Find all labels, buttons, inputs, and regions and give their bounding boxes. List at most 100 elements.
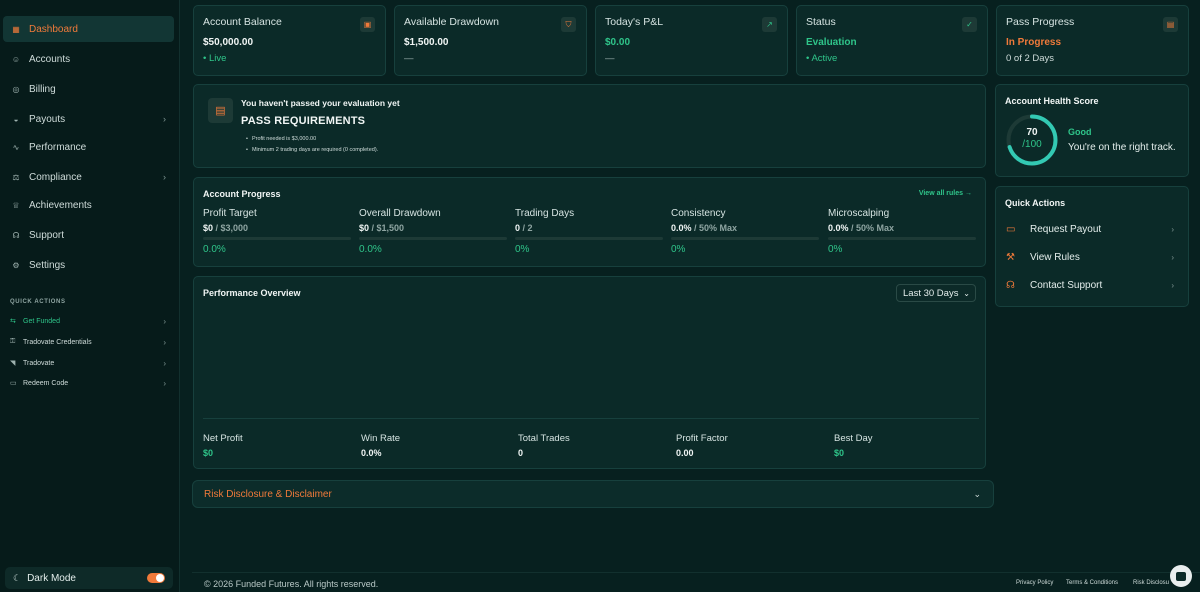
terms-link[interactable]: Terms & Conditions xyxy=(1066,580,1118,586)
quick-actions-card: Quick Actions ▭ Request Payout › ⚒ View R… xyxy=(995,186,1189,307)
quick-action-tradovate[interactable]: ◥ Tradovate › xyxy=(3,354,174,372)
metric-value: 0.0% xyxy=(361,448,382,458)
requirements-heading: PASS REQUIREMENTS xyxy=(241,115,366,127)
sidebar-item-settings[interactable]: ⚙ Settings xyxy=(3,252,174,278)
progress-label: Profit Target xyxy=(203,208,257,219)
status-card: Status ✓ Evaluation • Active xyxy=(796,5,988,76)
quick-action-contact-support[interactable]: ☊ Contact Support › xyxy=(1006,275,1174,295)
health-status: Good xyxy=(1068,127,1092,137)
metric-win-rate: Win Rate 0.0% xyxy=(361,433,511,458)
metric-best-day: Best Day $0 xyxy=(834,433,984,458)
sidebar-item-achievements[interactable]: ♕ Achievements xyxy=(3,192,174,218)
users-icon: ☺ xyxy=(11,54,21,64)
sidebar-item-billing[interactable]: ◎ Billing xyxy=(3,76,174,102)
chevron-right-icon: › xyxy=(163,316,166,326)
chat-support-button[interactable] xyxy=(1170,565,1192,587)
sidebar-item-label: Settings xyxy=(29,259,66,271)
progress-overall-drawdown: Overall Drawdown $0 / $1,500 0.0% xyxy=(359,208,507,255)
tradovate-icon: ◥ xyxy=(10,360,16,367)
headset-icon: ☊ xyxy=(1006,279,1015,291)
footer-divider xyxy=(192,572,1200,573)
sidebar-item-label: Dashboard xyxy=(29,23,78,35)
progress-value: $0 / $3,000 xyxy=(203,223,351,233)
progress-current: $0 xyxy=(203,223,214,233)
progress-current: 0.0% xyxy=(671,223,692,233)
account-health-card: Account Health Score 70 /100 Good You're… xyxy=(995,84,1189,177)
metric-total-trades: Total Trades 0 xyxy=(518,433,668,458)
sidebar-item-support[interactable]: ☊ Support xyxy=(3,222,174,248)
account-balance-card: Account Balance ▣ $50,000.00 • Live xyxy=(193,5,386,76)
moon-icon: ☾ xyxy=(13,572,22,583)
risk-disclosure-accordion[interactable]: Risk Disclosure & Disclaimer ⌄ xyxy=(192,480,994,508)
chevron-right-icon: › xyxy=(163,358,166,368)
briefcase-icon: ▤ xyxy=(1163,17,1178,32)
progress-bar xyxy=(359,237,507,240)
gavel-icon: ⚒ xyxy=(1006,251,1015,263)
view-all-rules-link[interactable]: View all rules → xyxy=(919,190,972,197)
stat-label: Today's P&L xyxy=(605,16,664,28)
chevron-right-icon: › xyxy=(1171,280,1174,290)
stat-label: Account Balance xyxy=(203,16,282,28)
progress-percent: 0.0% xyxy=(359,244,382,255)
shield-icon: ⛉ xyxy=(561,17,576,32)
progress-limit: / $3,000 xyxy=(213,223,249,233)
sidebar-item-compliance[interactable]: ⚖ Compliance › xyxy=(3,164,174,190)
quick-action-request-payout[interactable]: ▭ Request Payout › xyxy=(1006,219,1174,239)
stat-label: Pass Progress xyxy=(1006,16,1075,28)
dark-mode-switch[interactable] xyxy=(147,573,165,583)
briefcase-icon: ▤ xyxy=(208,98,233,123)
quick-action-redeem-code[interactable]: ▭ Redeem Code › xyxy=(3,374,174,392)
health-message: You're on the right track. xyxy=(1068,142,1176,153)
dark-mode-toggle-row[interactable]: ☾ Dark Mode xyxy=(5,567,173,589)
quick-action-tradovate-credentials[interactable]: ⚿ Tradovate Credentials › xyxy=(3,333,174,351)
sidebar-item-performance[interactable]: ∿ Performance xyxy=(3,134,174,160)
stat-value: $50,000.00 xyxy=(203,37,254,48)
progress-percent: 0% xyxy=(828,244,843,255)
sidebar-item-dashboard[interactable]: ▦ Dashboard xyxy=(3,16,174,42)
privacy-policy-link[interactable]: Privacy Policy xyxy=(1016,580,1053,586)
stat-value: $1,500.00 xyxy=(404,37,449,48)
progress-bar xyxy=(515,237,663,240)
progress-current: 0.0% xyxy=(828,223,849,233)
todays-pnl-card: Today's P&L ↗ $0.00 — xyxy=(595,5,788,76)
requirements-list: Profit needed is $3,000.00 Minimum 2 tra… xyxy=(246,134,378,156)
scale-icon: ⚖ xyxy=(12,172,20,182)
progress-percent: 0.0% xyxy=(203,244,226,255)
quick-action-get-funded[interactable]: ⇆ Get Funded › xyxy=(3,312,174,330)
sidebar-item-label: Performance xyxy=(29,141,87,153)
sidebar-item-accounts[interactable]: ☺ Accounts xyxy=(3,46,174,72)
date-range-select[interactable]: Last 30 Days ⌄ xyxy=(896,284,976,302)
copyright-text: © 2026 Funded Futures. All rights reserv… xyxy=(204,579,379,589)
metric-profit-factor: Profit Factor 0.00 xyxy=(676,433,826,458)
metric-value: 0.00 xyxy=(676,448,694,458)
switch-knob xyxy=(156,574,164,582)
chevron-down-icon: ⌄ xyxy=(963,288,970,298)
check-circle-icon: ✓ xyxy=(962,17,977,32)
performance-overview-card: Performance Overview Last 30 Days ⌄ Net … xyxy=(193,276,986,469)
chevron-right-icon: › xyxy=(163,378,166,388)
metric-value: 0 xyxy=(518,448,524,458)
account-progress-card: Account Progress View all rules → Profit… xyxy=(193,177,986,267)
chevron-right-icon: › xyxy=(1171,224,1174,234)
quick-actions-heading: QUICK ACTIONS xyxy=(10,299,66,305)
account-progress-title: Account Progress xyxy=(203,189,281,199)
stat-value: $0.00 xyxy=(605,37,631,48)
sidebar-item-label: Accounts xyxy=(29,53,71,65)
progress-microscalping: Microscalping 0.0% / 50% Max 0% xyxy=(828,208,976,255)
progress-label: Microscalping xyxy=(828,208,890,219)
quick-action-view-rules[interactable]: ⚒ View Rules › xyxy=(1006,247,1174,267)
progress-value: $0 / $1,500 xyxy=(359,223,507,233)
stat-sub: • Active xyxy=(806,53,838,64)
quick-action-label: Request Payout xyxy=(1030,223,1102,235)
sidebar-item-label: Compliance xyxy=(29,171,82,183)
risk-disclosure-link[interactable]: Risk Disclosu xyxy=(1133,580,1169,586)
risk-disclosure-label: Risk Disclosure & Disclaimer xyxy=(204,488,332,500)
requirement-item: Profit needed is $3,000.00 xyxy=(246,134,378,145)
quick-action-label: Get Funded xyxy=(23,317,60,325)
progress-consistency: Consistency 0.0% / 50% Max 0% xyxy=(671,208,819,255)
chevron-right-icon: › xyxy=(1171,252,1174,262)
progress-limit: / 50% Max xyxy=(848,223,895,233)
sidebar-item-label: Payouts xyxy=(29,113,66,125)
progress-percent: 0% xyxy=(671,244,686,255)
sidebar-item-payouts[interactable]: ◒ Payouts › xyxy=(3,106,174,132)
